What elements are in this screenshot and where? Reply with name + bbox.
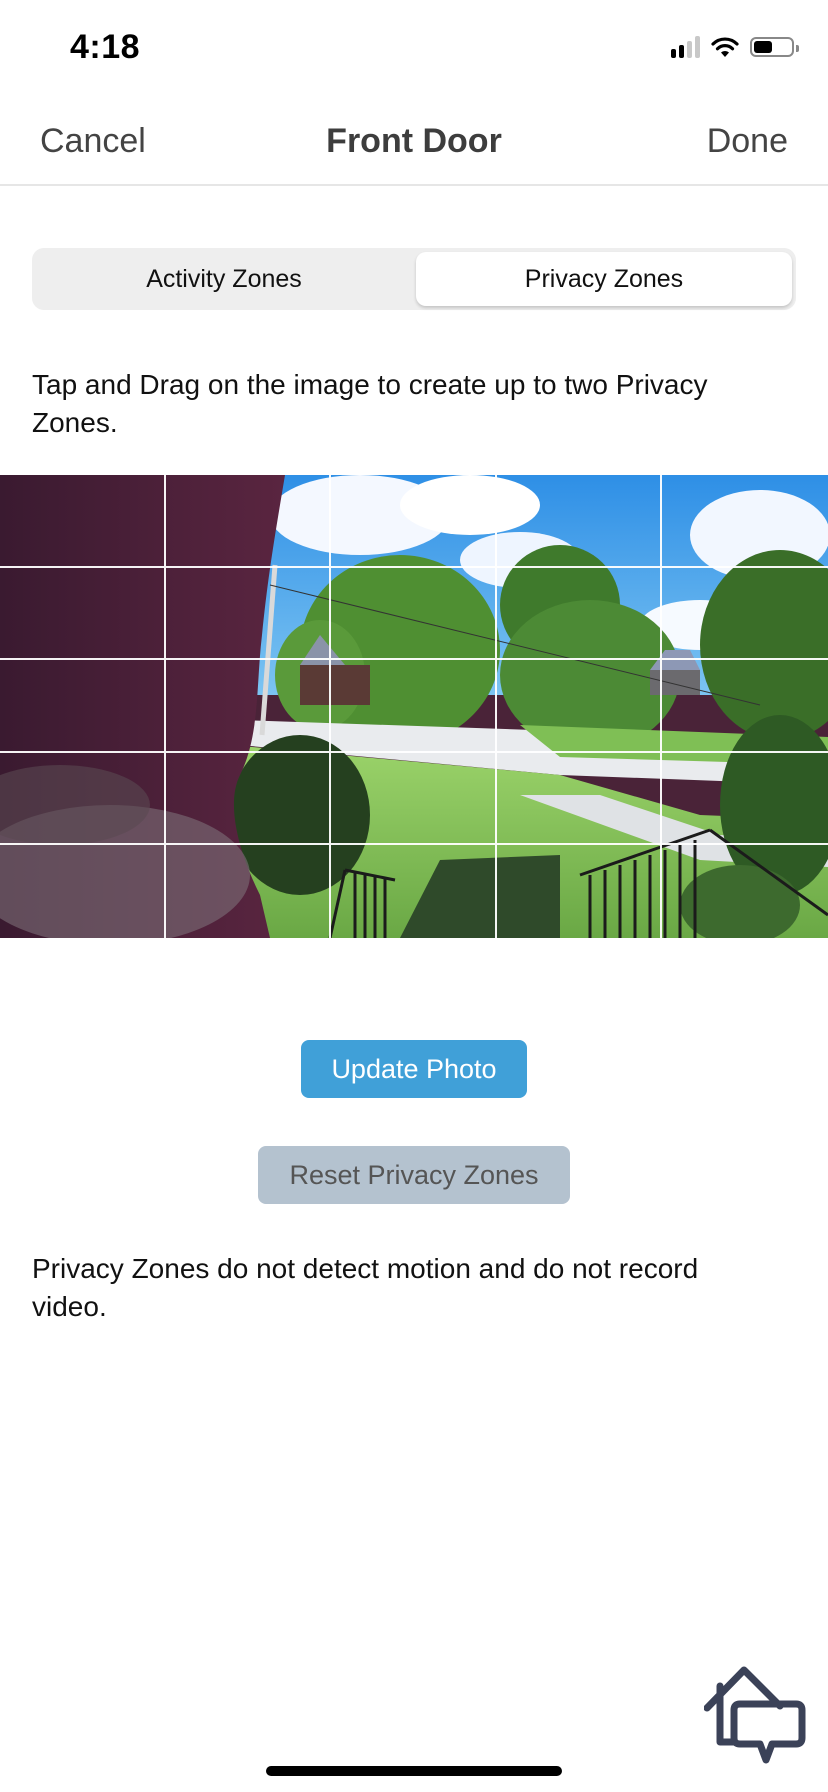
grid-cell[interactable] — [662, 753, 828, 846]
grid-cell[interactable] — [0, 475, 166, 568]
grid-cell[interactable] — [165, 567, 332, 661]
grid-cell[interactable] — [0, 660, 166, 753]
tab-activity-zones[interactable]: Activity Zones — [36, 252, 412, 306]
zone-grid[interactable] — [0, 475, 828, 938]
grid-cell[interactable] — [0, 752, 166, 846]
home-indicator[interactable] — [266, 1766, 562, 1776]
camera-snapshot[interactable] — [0, 475, 828, 938]
help-button[interactable] — [703, 1664, 814, 1774]
grid-cell[interactable] — [496, 475, 663, 568]
grid-cell[interactable] — [165, 660, 332, 753]
grid-cell[interactable] — [331, 752, 497, 846]
status-icons — [671, 36, 799, 58]
battery-icon — [750, 37, 799, 57]
tab-privacy-zones[interactable]: Privacy Zones — [416, 252, 792, 306]
grid-cell[interactable] — [331, 845, 497, 938]
wifi-icon — [711, 37, 739, 57]
cellular-signal-icon — [671, 36, 700, 58]
grid-cell[interactable] — [496, 567, 663, 661]
done-button[interactable]: Done — [707, 122, 788, 161]
privacy-zones-footnote: Privacy Zones do not detect motion and d… — [32, 1253, 699, 1322]
grid-cell[interactable] — [496, 660, 663, 753]
grid-cell[interactable] — [0, 567, 166, 661]
grid-cell[interactable] — [165, 752, 332, 846]
instructions-text: Tap and Drag on the image to create up t… — [32, 369, 708, 438]
grid-cell[interactable] — [662, 568, 828, 661]
grid-cell[interactable] — [497, 845, 663, 938]
reset-privacy-zones-button[interactable]: Reset Privacy Zones — [258, 1146, 570, 1204]
zone-type-segmented-control: Activity Zones Privacy Zones — [32, 248, 796, 310]
grid-cell[interactable] — [662, 660, 828, 753]
home-chat-icon — [703, 1666, 806, 1764]
grid-cell[interactable] — [662, 475, 828, 568]
grid-cell[interactable] — [331, 475, 497, 568]
grid-cell[interactable] — [166, 845, 332, 938]
grid-cell[interactable] — [165, 475, 332, 568]
grid-cell[interactable] — [496, 752, 663, 846]
status-time: 4:18 — [70, 28, 141, 66]
grid-cell[interactable] — [331, 660, 497, 753]
status-bar: 4:18 — [0, 0, 828, 100]
update-photo-button[interactable]: Update Photo — [301, 1040, 527, 1098]
grid-cell[interactable] — [331, 567, 497, 661]
page-title: Front Door — [326, 122, 502, 160]
navigation-bar: Cancel Front Door Done — [0, 100, 828, 186]
grid-cell[interactable] — [0, 845, 166, 938]
grid-cell[interactable] — [662, 845, 828, 938]
